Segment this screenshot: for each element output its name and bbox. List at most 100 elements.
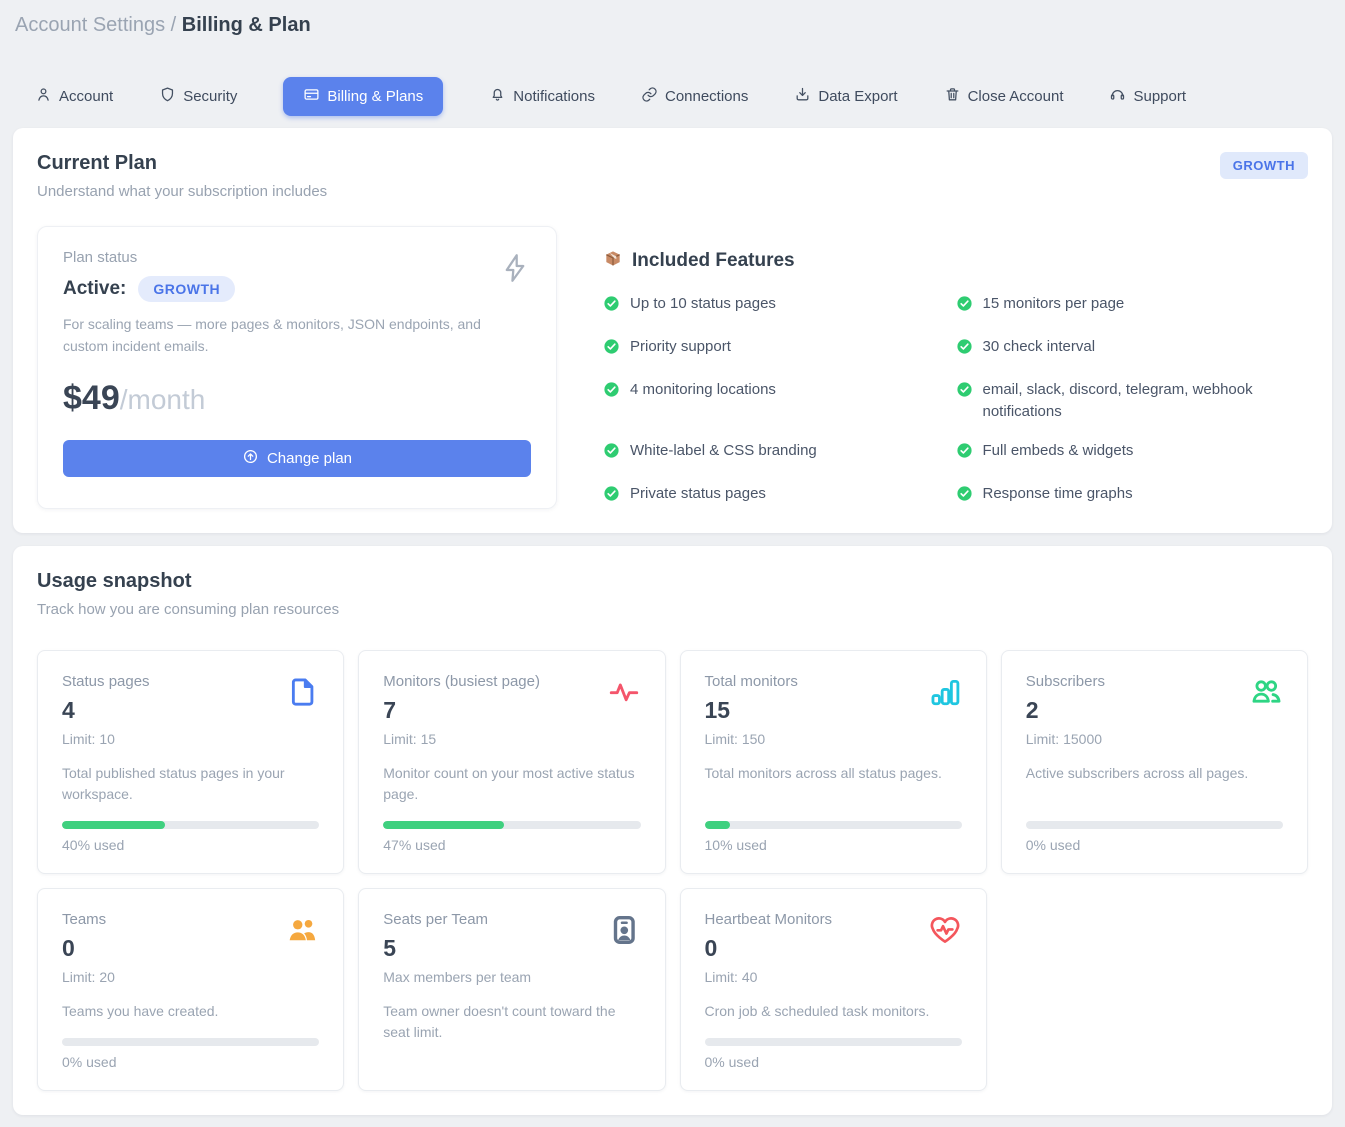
usage-card-teams: Teams 0 Limit: 20 Teams you have created… xyxy=(37,888,344,1091)
usage-progress: 0% used xyxy=(62,1022,319,1070)
feature-label: Full embeds & widgets xyxy=(983,440,1134,462)
headset-icon xyxy=(1109,86,1126,107)
tab-close-account[interactable]: Close Account xyxy=(944,77,1064,116)
arrow-up-circle-icon xyxy=(242,448,259,469)
usage-card-limit: Limit: 20 xyxy=(62,969,319,985)
check-circle-icon xyxy=(956,336,973,362)
breadcrumb-section[interactable]: Account Settings xyxy=(15,14,165,36)
billing-page: Account Settings / Billing & Plan Accoun… xyxy=(0,0,1345,1127)
tab-label: Notifications xyxy=(513,88,595,105)
bar-chart-icon xyxy=(928,675,962,709)
usage-card-title: Heartbeat Monitors xyxy=(705,911,962,928)
check-circle-icon xyxy=(603,440,620,466)
check-circle-icon xyxy=(956,440,973,466)
usage-card-value: 15 xyxy=(705,697,962,724)
current-plan-title: Current Plan xyxy=(37,152,327,175)
settings-tab-bar: Account Security Billing & Plans Notific… xyxy=(35,77,1332,115)
usage-card-value: 4 xyxy=(62,697,319,724)
usage-card-description: Cron job & scheduled task monitors. xyxy=(705,1001,962,1022)
tab-security[interactable]: Security xyxy=(159,77,237,116)
tab-label: Account xyxy=(59,88,113,105)
usage-card-title: Seats per Team xyxy=(383,911,640,928)
plan-badge: GROWTH xyxy=(1220,152,1308,179)
pulse-icon xyxy=(607,675,641,709)
breadcrumb-separator: / xyxy=(165,14,182,36)
feature-label: 15 monitors per page xyxy=(983,293,1125,315)
check-circle-icon xyxy=(603,483,620,509)
feature-label: Priority support xyxy=(630,336,731,358)
percent-used-label: 0% used xyxy=(705,1054,962,1070)
usage-card-monitors-busiest-page: Monitors (busiest page) 7 Limit: 15 Moni… xyxy=(358,650,665,874)
download-icon xyxy=(794,86,811,107)
id-badge-icon xyxy=(607,913,641,947)
progress-track xyxy=(62,821,319,829)
tab-support[interactable]: Support xyxy=(1109,77,1186,116)
tab-label: Data Export xyxy=(818,88,897,105)
feature-item: Private status pages xyxy=(603,483,956,509)
feature-item: email, slack, discord, telegram, webhook… xyxy=(956,379,1309,423)
feature-item: 4 monitoring locations xyxy=(603,379,956,423)
tab-account[interactable]: Account xyxy=(35,77,113,116)
tab-data-export[interactable]: Data Export xyxy=(794,77,897,116)
tab-label: Support xyxy=(1133,88,1186,105)
progress-fill xyxy=(62,821,165,829)
plan-status-label: Plan status xyxy=(63,249,531,266)
plan-status-badge: GROWTH xyxy=(138,276,235,302)
usage-card-description: Team owner doesn't count toward the seat… xyxy=(383,1001,640,1043)
tab-notifications[interactable]: Notifications xyxy=(489,77,595,116)
feature-item: Response time graphs xyxy=(956,483,1309,509)
breadcrumb: Account Settings / Billing & Plan xyxy=(13,12,1332,37)
plan-period: /month xyxy=(120,384,206,415)
check-circle-icon xyxy=(603,379,620,405)
feature-item: 15 monitors per page xyxy=(956,293,1309,319)
plan-status-card: Plan status Active: GROWTH For scaling t… xyxy=(37,226,557,509)
usage-progress: 0% used xyxy=(705,1022,962,1070)
usage-card-limit: Limit: 40 xyxy=(705,969,962,985)
usage-card-description: Total published status pages in your wor… xyxy=(62,763,319,805)
usage-progress: 10% used xyxy=(705,805,962,853)
plan-description: For scaling teams — more pages & monitor… xyxy=(63,314,483,357)
package-icon xyxy=(603,248,623,274)
lightning-icon xyxy=(498,251,532,290)
progress-track xyxy=(383,821,640,829)
feature-item: White-label & CSS branding xyxy=(603,440,956,466)
people-outline-icon xyxy=(1249,675,1283,709)
usage-grid: Status pages 4 Limit: 10 Total published… xyxy=(37,650,1308,1091)
tab-label: Billing & Plans xyxy=(327,88,423,105)
current-plan-subtitle: Understand what your subscription includ… xyxy=(37,183,327,200)
usage-card-value: 0 xyxy=(62,935,319,962)
change-plan-button[interactable]: Change plan xyxy=(63,440,531,477)
check-circle-icon xyxy=(603,336,620,362)
tab-connections[interactable]: Connections xyxy=(641,77,748,116)
people-filled-icon xyxy=(285,913,319,947)
usage-card-limit: Limit: 15 xyxy=(383,731,640,747)
credit-card-icon xyxy=(303,86,320,107)
check-circle-icon xyxy=(956,293,973,319)
usage-card-total-monitors: Total monitors 15 Limit: 150 Total monit… xyxy=(680,650,987,874)
feature-label: email, slack, discord, telegram, webhook… xyxy=(983,379,1278,423)
features-grid: Up to 10 status pages 15 monitors per pa… xyxy=(603,293,1308,509)
usage-card-subscribers: Subscribers 2 Limit: 15000 Active subscr… xyxy=(1001,650,1308,874)
feature-item: 30 check interval xyxy=(956,336,1309,362)
plan-status-value: Active: xyxy=(63,278,126,300)
usage-card-limit: Limit: 15000 xyxy=(1026,731,1283,747)
change-plan-label: Change plan xyxy=(267,450,352,467)
usage-card-value: 0 xyxy=(705,935,962,962)
plan-price: $49 xyxy=(63,379,120,417)
feature-label: Private status pages xyxy=(630,483,766,505)
tab-label: Security xyxy=(183,88,237,105)
tab-billing-plans[interactable]: Billing & Plans xyxy=(283,77,443,116)
usage-progress: 0% used xyxy=(1026,805,1283,853)
percent-used-label: 47% used xyxy=(383,837,640,853)
trash-icon xyxy=(944,86,961,107)
link-icon xyxy=(641,86,658,107)
progress-track xyxy=(62,1038,319,1046)
usage-card-heartbeat-monitors: Heartbeat Monitors 0 Limit: 40 Cron job … xyxy=(680,888,987,1091)
progress-fill xyxy=(705,821,731,829)
usage-card-description: Active subscribers across all pages. xyxy=(1026,763,1283,784)
feature-label: Response time graphs xyxy=(983,483,1133,505)
included-features: Included Features Up to 10 status pages … xyxy=(557,226,1308,509)
tab-label: Connections xyxy=(665,88,748,105)
usage-subtitle: Track how you are consuming plan resourc… xyxy=(37,601,339,618)
usage-card-limit: Limit: 150 xyxy=(705,731,962,747)
